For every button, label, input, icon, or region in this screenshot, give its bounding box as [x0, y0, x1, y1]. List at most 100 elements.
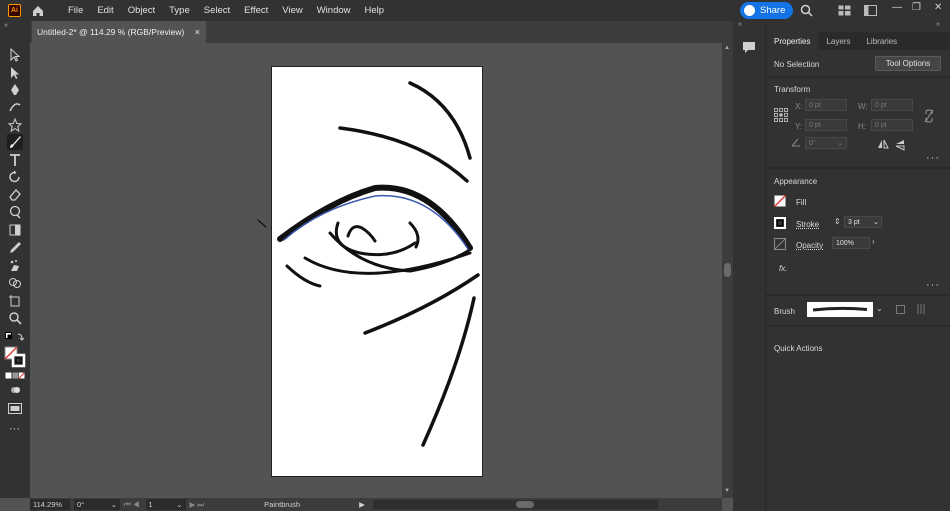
- search-icon[interactable]: [800, 4, 813, 17]
- y-label: Y:: [795, 122, 803, 131]
- fill-none-swatch-icon[interactable]: [774, 195, 786, 207]
- eye-drawing[interactable]: [30, 43, 722, 498]
- scroll-up-icon[interactable]: ▲: [724, 45, 730, 51]
- flip-vertical-icon[interactable]: [895, 139, 905, 151]
- shape-builder-tool-icon[interactable]: [7, 275, 23, 291]
- type-tool-icon[interactable]: [7, 152, 23, 168]
- menu-object[interactable]: Object: [121, 5, 162, 16]
- reference-point-icon[interactable]: [774, 108, 788, 122]
- draw-mode-icon[interactable]: [10, 385, 20, 395]
- status-bar: 114.29% 0° ⌄ ⏮ ◀ 1 ⌄ ▶ ⏭ Paintbrush ▶: [30, 498, 722, 511]
- more-appearance-icon[interactable]: ···: [926, 279, 940, 291]
- constrain-proportions-icon[interactable]: [924, 109, 934, 123]
- chevron-down-icon[interactable]: ⌄: [876, 304, 883, 313]
- tab-properties[interactable]: Properties: [766, 32, 819, 50]
- rotation-field[interactable]: 0° ⌄: [74, 499, 120, 510]
- cheek-stroke-upper: [363, 273, 480, 335]
- opacity-label[interactable]: Opacity: [796, 241, 823, 250]
- default-colors-icon[interactable]: [5, 332, 25, 342]
- selection-status: No Selection: [774, 60, 820, 69]
- stroke-label[interactable]: Stroke: [796, 220, 819, 229]
- h-scroll-thumb[interactable]: [515, 501, 534, 508]
- main-menu: File Edit Object Type Select Effect View…: [61, 5, 391, 16]
- artboard-tool-icon[interactable]: [7, 293, 23, 309]
- stroke-weight-value: 3 pt: [848, 218, 860, 226]
- brush-preview[interactable]: [807, 302, 873, 317]
- arrange-icon[interactable]: [864, 5, 877, 16]
- opacity-icon: [774, 238, 786, 250]
- color-mode-icon[interactable]: [5, 372, 25, 380]
- share-button[interactable]: Share: [740, 2, 793, 19]
- stroke-weight-field[interactable]: 3 pt ⌄: [844, 216, 882, 228]
- divider: [766, 325, 950, 327]
- collapse-icon[interactable]: «: [738, 21, 742, 28]
- tab-layers[interactable]: Layers: [818, 32, 858, 50]
- stepper-icon[interactable]: ⇕: [834, 217, 841, 226]
- vertical-scrollbar[interactable]: ▲ ▼: [722, 43, 733, 498]
- eyedropper-tool-icon[interactable]: [7, 240, 23, 256]
- menu-file[interactable]: File: [61, 5, 90, 16]
- quick-actions-title: Quick Actions: [774, 344, 823, 353]
- selection-tool-icon[interactable]: [7, 47, 23, 63]
- fill-stroke-icon[interactable]: [4, 346, 26, 368]
- screen-mode-icon[interactable]: [8, 403, 22, 414]
- curvature-tool-icon[interactable]: [7, 99, 23, 115]
- symbol-sprayer-tool-icon[interactable]: [7, 257, 23, 273]
- toolbar-collapse[interactable]: »: [0, 21, 30, 43]
- menu-select[interactable]: Select: [197, 5, 237, 16]
- comments-icon[interactable]: [742, 41, 756, 54]
- menu-view[interactable]: View: [275, 5, 309, 16]
- restore-icon[interactable]: ❐: [912, 2, 921, 13]
- rotate-field[interactable]: 0° ⌄: [805, 137, 847, 149]
- home-icon[interactable]: [31, 4, 45, 18]
- menu-help[interactable]: Help: [358, 5, 392, 16]
- workspace-icon[interactable]: [838, 5, 851, 16]
- scroll-thumb[interactable]: [724, 263, 731, 277]
- fill-label[interactable]: Fill: [796, 198, 806, 207]
- artboard-number-field[interactable]: 1 ⌄: [145, 499, 186, 510]
- opacity-field[interactable]: 100%: [832, 237, 870, 249]
- divider: [766, 76, 950, 78]
- tab-libraries[interactable]: Libraries: [858, 32, 905, 50]
- brush-options-icon[interactable]: [916, 303, 926, 315]
- artboard-number: 1: [148, 500, 153, 509]
- panel-collapse-icon[interactable]: »: [936, 21, 940, 28]
- tool-options-button[interactable]: Tool Options: [875, 56, 941, 71]
- y-field[interactable]: 0 pt: [805, 119, 847, 131]
- gradient-tool-icon[interactable]: [7, 222, 23, 238]
- menu-edit[interactable]: Edit: [90, 5, 120, 16]
- direct-selection-tool-icon[interactable]: [7, 65, 23, 81]
- brush-library-icon[interactable]: [896, 305, 905, 314]
- star-tool-icon[interactable]: [7, 117, 23, 133]
- document-tab[interactable]: Untitled-2* @ 114.29 % (RGB/Preview) ×: [32, 21, 206, 43]
- rotate-tool-icon[interactable]: [7, 169, 23, 185]
- warp-tool-icon[interactable]: [7, 204, 23, 220]
- minimize-icon[interactable]: —: [892, 2, 902, 13]
- menu-window[interactable]: Window: [310, 5, 358, 16]
- close-tab-icon[interactable]: ×: [195, 27, 200, 37]
- canvas[interactable]: [30, 43, 722, 498]
- scroll-down-icon[interactable]: ▼: [724, 488, 730, 494]
- paintbrush-tool[interactable]: [7, 134, 23, 150]
- h-field[interactable]: 0 pt: [871, 119, 913, 131]
- fx-icon[interactable]: fx.: [779, 264, 787, 273]
- flip-horizontal-icon[interactable]: [877, 139, 889, 149]
- eraser-tool-icon[interactable]: [7, 187, 23, 203]
- horizontal-scrollbar[interactable]: [372, 500, 658, 509]
- more-options-icon[interactable]: ···: [926, 152, 940, 164]
- menu-effect[interactable]: Effect: [237, 5, 275, 16]
- close-window-icon[interactable]: ✕: [934, 2, 942, 13]
- pen-tool-icon[interactable]: [7, 82, 23, 98]
- x-field[interactable]: 0 pt: [805, 99, 847, 111]
- zoom-tool-icon[interactable]: [7, 310, 23, 326]
- artboard-nav-next-icon[interactable]: ▶ ⏭: [190, 500, 205, 510]
- artboard-nav-prev-icon[interactable]: ⏮ ◀: [124, 500, 140, 510]
- menu-type[interactable]: Type: [162, 5, 197, 16]
- stroke-swatch-icon[interactable]: [774, 217, 786, 229]
- more-tools-icon[interactable]: ···: [9, 423, 20, 435]
- opacity-arrow-icon[interactable]: ›: [872, 237, 875, 246]
- status-menu-icon[interactable]: ▶: [359, 500, 365, 509]
- zoom-field[interactable]: 114.29%: [30, 499, 70, 510]
- w-field[interactable]: 0 pt: [871, 99, 913, 111]
- rotate-value: 0°: [809, 139, 816, 147]
